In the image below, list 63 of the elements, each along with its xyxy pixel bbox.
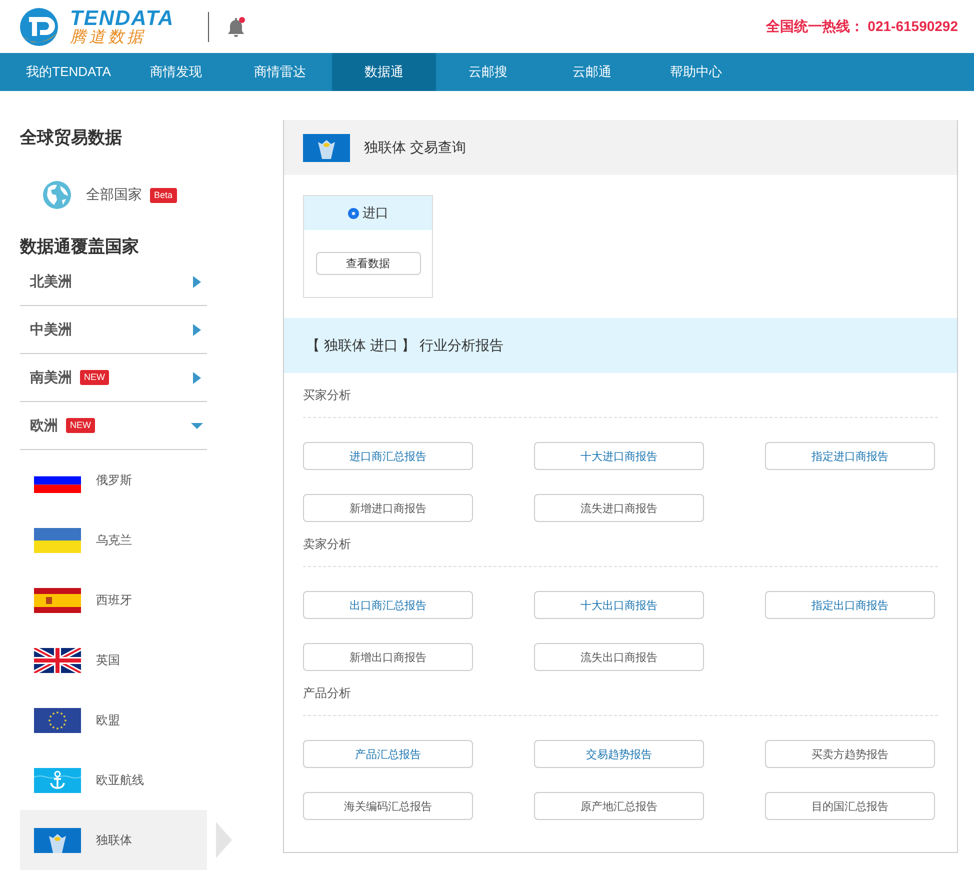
flag-icon <box>34 708 81 732</box>
flag-icon <box>34 588 81 612</box>
flag-icon <box>34 768 81 792</box>
report-button[interactable]: 进口商汇总报告 <box>303 442 473 470</box>
report-button[interactable]: 目的国汇总报告 <box>765 792 935 820</box>
report-button[interactable]: 买卖方趋势报告 <box>765 740 935 768</box>
section-label: 买家分析 <box>303 387 352 403</box>
logo-subtitle: 腾道数据 <box>70 30 147 46</box>
bell-icon[interactable] <box>225 16 248 38</box>
report-button[interactable]: 流失进口商报告 <box>534 494 704 522</box>
nav-tab[interactable]: 云邮通 <box>540 53 644 91</box>
region-label: 南美洲 <box>30 368 72 386</box>
flag-icon <box>34 828 81 852</box>
report-button[interactable]: 指定出口商报告 <box>765 591 935 619</box>
logo-icon <box>18 6 60 48</box>
report-button[interactable]: 产品汇总报告 <box>303 740 473 768</box>
report-title: 【 独联体 进口 】 行业分析报告 <box>306 336 504 354</box>
nav-tab[interactable]: 商情雷达 <box>228 53 332 91</box>
report-button[interactable]: 原产地汇总报告 <box>534 792 704 820</box>
nav-tab[interactable]: 数据通 <box>332 53 436 91</box>
section-title: 全球贸易数据 <box>20 127 123 149</box>
panel-title: 独联体 交易查询 <box>364 138 466 156</box>
report-button[interactable]: 海关编码汇总报告 <box>303 792 473 820</box>
country-item[interactable]: 乌克兰 <box>20 510 207 570</box>
section-label: 卖家分析 <box>303 536 352 552</box>
report-button[interactable]: 交易趋势报告 <box>534 740 704 768</box>
region-item[interactable]: 南美洲 NEW <box>20 354 207 402</box>
view-data-button[interactable]: 查看数据 <box>316 252 420 275</box>
nav-tab[interactable]: 我的TENDATA <box>13 53 124 91</box>
import-radio[interactable]: 进口 <box>348 204 388 222</box>
section-label: 产品分析 <box>303 685 352 701</box>
nav-tab[interactable]: 云邮搜 <box>436 53 540 91</box>
region-item[interactable]: 中美洲 <box>20 306 207 354</box>
report-button[interactable]: 指定进口商报告 <box>765 442 935 470</box>
country-item[interactable]: 欧亚航线 <box>20 750 207 810</box>
flag-icon <box>34 528 81 552</box>
report-button[interactable]: 新增进口商报告 <box>303 494 473 522</box>
emblem-icon <box>303 134 350 162</box>
country-item[interactable]: 英国 <box>20 630 207 690</box>
region-item[interactable]: 欧洲 NEW <box>20 402 207 450</box>
country-item[interactable]: 俄罗斯 <box>20 450 207 510</box>
flag-icon <box>34 648 81 672</box>
all-countries-link[interactable]: 全部国家 <box>86 186 142 204</box>
region-label: 中美洲 <box>30 320 72 338</box>
country-item[interactable]: 西班牙 <box>20 570 207 630</box>
logo-text: TENDATA <box>70 8 174 28</box>
section-title: 数据通覆盖国家 <box>20 236 140 258</box>
report-button[interactable]: 流失出口商报告 <box>534 643 704 671</box>
report-button[interactable]: 新增出口商报告 <box>303 643 473 671</box>
hotline-text: 全国统一热线： 021-61590292 <box>766 18 958 36</box>
region-label: 欧洲 <box>30 416 58 434</box>
region-item[interactable]: 北美洲 <box>20 258 207 306</box>
report-button[interactable]: 十大进口商报告 <box>534 442 704 470</box>
beta-badge: Beta <box>150 188 177 202</box>
new-badge: NEW <box>80 370 109 385</box>
region-label: 北美洲 <box>30 272 72 290</box>
country-item[interactable]: 欧盟 <box>20 690 207 750</box>
report-button[interactable]: 十大出口商报告 <box>534 591 704 619</box>
pointer-icon <box>216 822 232 858</box>
nav-tab[interactable]: 商情发现 <box>124 53 228 91</box>
report-button[interactable]: 出口商汇总报告 <box>303 591 473 619</box>
nav-tab[interactable]: 帮助中心 <box>644 53 748 91</box>
new-badge: NEW <box>66 418 95 433</box>
